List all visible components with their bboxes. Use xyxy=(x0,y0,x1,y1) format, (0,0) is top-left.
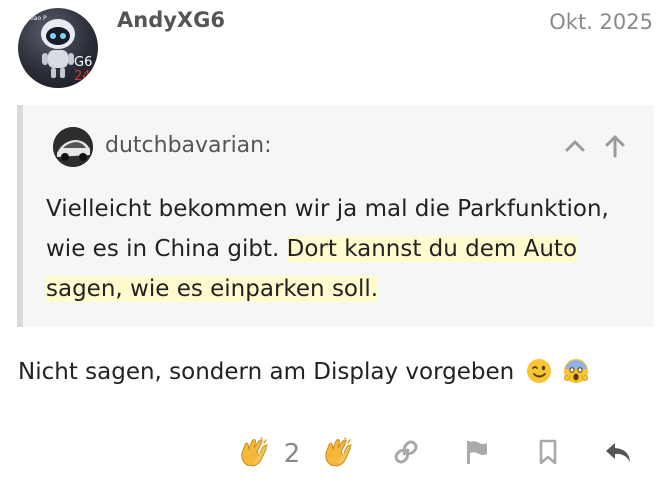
quote-text: Vielleicht bekommen wir ja mal die Parkf… xyxy=(46,189,636,309)
author-avatar[interactable]: Xiao P G6 24 xyxy=(18,8,98,88)
reply-icon xyxy=(603,437,633,471)
quote-author-name[interactable]: dutchbavarian: xyxy=(105,133,272,158)
flag-button[interactable] xyxy=(458,436,494,472)
post-body: Nicht sagen, sondern am Display vorgeben xyxy=(18,358,589,385)
share-link-button[interactable] xyxy=(388,436,424,472)
link-icon xyxy=(392,438,420,470)
reply-button[interactable] xyxy=(600,436,636,472)
bookmark-button[interactable] xyxy=(530,436,566,472)
post-date[interactable]: Okt. 2025 xyxy=(549,10,653,34)
like-count-button[interactable]: 2 xyxy=(280,436,304,472)
bookmark-icon xyxy=(534,438,562,470)
car-avatar-image xyxy=(53,127,93,167)
quote-block: dutchbavarian: Vielleicht bekommen wir j… xyxy=(17,105,654,327)
avatar-badge-bottom: 24 xyxy=(74,69,91,84)
like-count: 2 xyxy=(283,439,301,469)
forum-post: Xiao P G6 24 AndyXG6 Okt. 2025 dutchbava… xyxy=(0,0,671,500)
face-screaming-emoji xyxy=(563,358,589,384)
svg-text:Xiao P: Xiao P xyxy=(28,15,47,22)
quote-author-avatar[interactable] xyxy=(53,127,93,167)
author-name[interactable]: AndyXG6 xyxy=(117,8,225,32)
clapping-hands-icon xyxy=(237,435,271,473)
winking-face-emoji xyxy=(526,358,552,384)
post-body-text: Nicht sagen, sondern am Display vorgeben xyxy=(18,359,515,385)
flag-icon xyxy=(462,438,490,470)
robot-avatar-image: Xiao P G6 24 xyxy=(28,15,92,84)
clap-reaction-button[interactable] xyxy=(320,436,356,472)
clapping-hands-icon xyxy=(321,435,355,473)
chevron-up-icon[interactable] xyxy=(562,133,588,159)
arrow-up-icon[interactable] xyxy=(602,133,628,159)
like-button[interactable] xyxy=(236,436,272,472)
avatar-badge-top: G6 xyxy=(74,55,92,70)
quote-controls xyxy=(562,133,628,159)
